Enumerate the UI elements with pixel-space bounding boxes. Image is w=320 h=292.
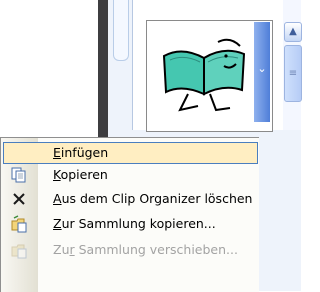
context-menu: Einfügen Kopieren Aus dem Clip Organizer… bbox=[0, 137, 259, 292]
move-to-collection-icon bbox=[11, 244, 27, 259]
copy-icon bbox=[11, 167, 26, 183]
menu-item-einfuegen[interactable]: Einfügen bbox=[1, 142, 259, 164]
delete-x-icon bbox=[13, 193, 25, 205]
reading-person-clip-art-icon bbox=[162, 38, 246, 112]
chevron-down-icon: ⌄ bbox=[257, 62, 267, 75]
menu-item-label: Einfügen bbox=[53, 145, 109, 160]
menu-item-zur-sammlung-kopieren[interactable]: Zur Sammlung kopieren... bbox=[1, 213, 259, 235]
scroll-up-button[interactable]: ▲ bbox=[284, 22, 302, 42]
menu-highlight bbox=[3, 142, 258, 164]
scroll-thumb[interactable]: ≡ bbox=[284, 45, 302, 102]
copy-to-collection-icon bbox=[11, 215, 27, 233]
menu-item-label: Aus dem Clip Organizer löschen bbox=[53, 191, 253, 206]
menu-item-label: Zur Sammlung verschieben... bbox=[53, 242, 238, 257]
menu-item-kopieren[interactable]: Kopieren bbox=[1, 164, 259, 186]
menu-item-label: Zur Sammlung kopieren... bbox=[53, 216, 216, 231]
menu-item-loeschen[interactable]: Aus dem Clip Organizer löschen bbox=[1, 188, 259, 210]
menu-item-zur-sammlung-verschieben: Zur Sammlung verschieben... bbox=[1, 239, 259, 261]
menu-item-label: Kopieren bbox=[53, 167, 108, 182]
pane-scrollbar[interactable] bbox=[113, 0, 129, 61]
